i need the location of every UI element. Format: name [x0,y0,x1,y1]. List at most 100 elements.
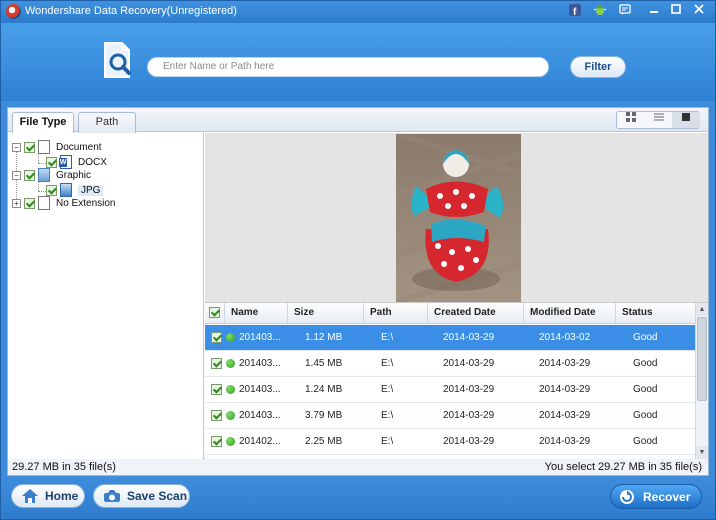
app-window: Wondershare Data Recovery(Unregistered) … [0,0,716,520]
column-header-size[interactable]: Size [288,303,364,323]
tree-node-graphic[interactable]: − Graphic [12,168,91,182]
cell-path: E:\ [381,436,394,447]
tab-path[interactable]: Path [78,112,136,133]
save-scan-label: Save Scan [127,489,188,503]
row-checkbox[interactable] [211,332,222,343]
cell-name: 201403... [239,384,281,395]
facebook-icon[interactable]: f [567,4,583,19]
table-row[interactable]: 201402... 2.25 MB E:\ 2014-03-29 2014-03… [205,429,695,455]
tree-node-docx[interactable]: DOCX [46,155,107,169]
table-header: Name Size Path Created Date Modified Dat… [205,303,695,324]
column-header-created-date[interactable]: Created Date [428,303,524,323]
tree-node-label: Graphic [56,169,92,181]
minimize-icon[interactable] [646,4,662,19]
checkbox[interactable] [24,169,35,181]
cell-size: 2.25 MB [305,436,343,447]
select-all-checkbox[interactable] [205,303,225,323]
tab-file-type[interactable]: File Type [12,112,74,133]
row-checkbox[interactable] [211,436,222,447]
tree-node-label: Document [56,141,102,153]
cell-size: 1.45 MB [305,358,343,369]
tree-node-label: JPG [78,184,104,196]
cell-modified: 2014-03-02 [539,332,591,343]
cell-status: Good [633,436,658,447]
column-header-modified-date[interactable]: Modified Date [524,303,616,323]
home-label: Home [45,489,79,503]
maximize-icon[interactable] [668,4,684,19]
close-icon[interactable] [691,4,707,19]
checkbox[interactable] [24,141,35,153]
scroll-down-icon[interactable]: ▼ [696,446,708,459]
expand-icon[interactable]: + [12,198,21,208]
cell-path: E:\ [381,358,394,369]
status-dot-icon [226,411,235,420]
column-header-status[interactable]: Status [616,303,695,323]
view-mode-switcher [616,111,700,129]
recover-label: Recover [643,489,691,504]
recover-button[interactable]: Recover [610,484,702,509]
list-view-icon[interactable] [645,112,673,128]
cell-size: 1.24 MB [305,384,343,395]
preview-pane [205,131,708,305]
status-selected: You select 29.27 MB in 35 file(s) [544,461,702,473]
row-checkbox[interactable] [211,410,222,421]
checkbox[interactable] [24,197,35,209]
status-dot-icon [226,333,235,342]
cell-modified: 2014-03-29 [539,410,591,421]
tree-node-document[interactable]: − Document [12,140,102,154]
status-dot-icon [226,385,235,394]
status-dot-icon [226,359,235,368]
row-checkbox[interactable] [211,358,222,369]
status-total: 29.27 MB in 35 file(s) [12,461,116,473]
search-band: Enter Name or Path here Filter [1,23,715,101]
save-scan-button[interactable]: Save Scan [93,484,190,508]
column-header-name[interactable]: Name [225,303,288,323]
file-search-icon [98,40,138,80]
filter-button[interactable]: Filter [570,56,626,78]
scroll-up-icon[interactable]: ▲ [696,303,708,316]
title-bar: Wondershare Data Recovery(Unregistered) … [1,1,715,23]
cell-status: Good [633,410,658,421]
table-row[interactable]: 201403... 1.24 MB E:\ 2014-03-29 2014-03… [205,377,695,403]
word-file-icon [59,155,72,169]
search-input[interactable]: Enter Name or Path here [147,57,549,77]
cell-name: 201403... [239,410,281,421]
preview-image [395,131,522,305]
home-icon [21,488,39,504]
table-row[interactable]: 201403... 1.12 MB E:\ 2014-03-29 2014-03… [205,325,695,351]
preview-view-icon[interactable] [672,112,700,128]
cell-size: 1.12 MB [305,332,343,343]
tree-node-label: DOCX [78,156,107,168]
recover-icon [619,489,635,505]
checkbox[interactable] [46,156,57,168]
table-row[interactable]: 201403... 3.79 MB E:\ 2014-03-29 2014-03… [205,403,695,429]
vertical-scrollbar[interactable]: ▲ ▼ [695,303,708,459]
cell-created: 2014-03-29 [443,358,495,369]
collapse-icon[interactable]: − [12,142,21,152]
thumbnail-view-icon[interactable] [617,112,645,128]
cell-modified: 2014-03-29 [539,384,591,395]
image-file-icon [38,168,50,182]
home-button[interactable]: Home [11,484,85,508]
cell-name: 201402... [239,436,281,447]
cell-created: 2014-03-29 [443,384,495,395]
bug-icon[interactable] [592,4,608,19]
cell-path: E:\ [381,410,394,421]
cell-size: 3.79 MB [305,410,343,421]
chat-icon[interactable] [617,4,633,19]
tabs-bar: File Type Path [8,108,708,133]
cell-created: 2014-03-29 [443,332,495,343]
collapse-icon[interactable]: − [12,170,21,180]
blank-file-icon [38,196,50,210]
checkbox[interactable] [46,184,57,196]
column-header-path[interactable]: Path [364,303,428,323]
tree-node-no-extension[interactable]: + No Extension [12,196,115,210]
tree-node-jpg[interactable]: JPG [46,183,104,197]
table-row[interactable]: 201403... 1.45 MB E:\ 2014-03-29 2014-03… [205,351,695,377]
tree-node-label: No Extension [56,197,116,209]
status-dot-icon [226,437,235,446]
row-checkbox[interactable] [211,384,222,395]
status-bar: 29.27 MB in 35 file(s) You select 29.27 … [7,459,709,476]
bottom-toolbar: Home Save Scan Recover [1,477,715,519]
scroll-thumb[interactable] [697,317,707,401]
